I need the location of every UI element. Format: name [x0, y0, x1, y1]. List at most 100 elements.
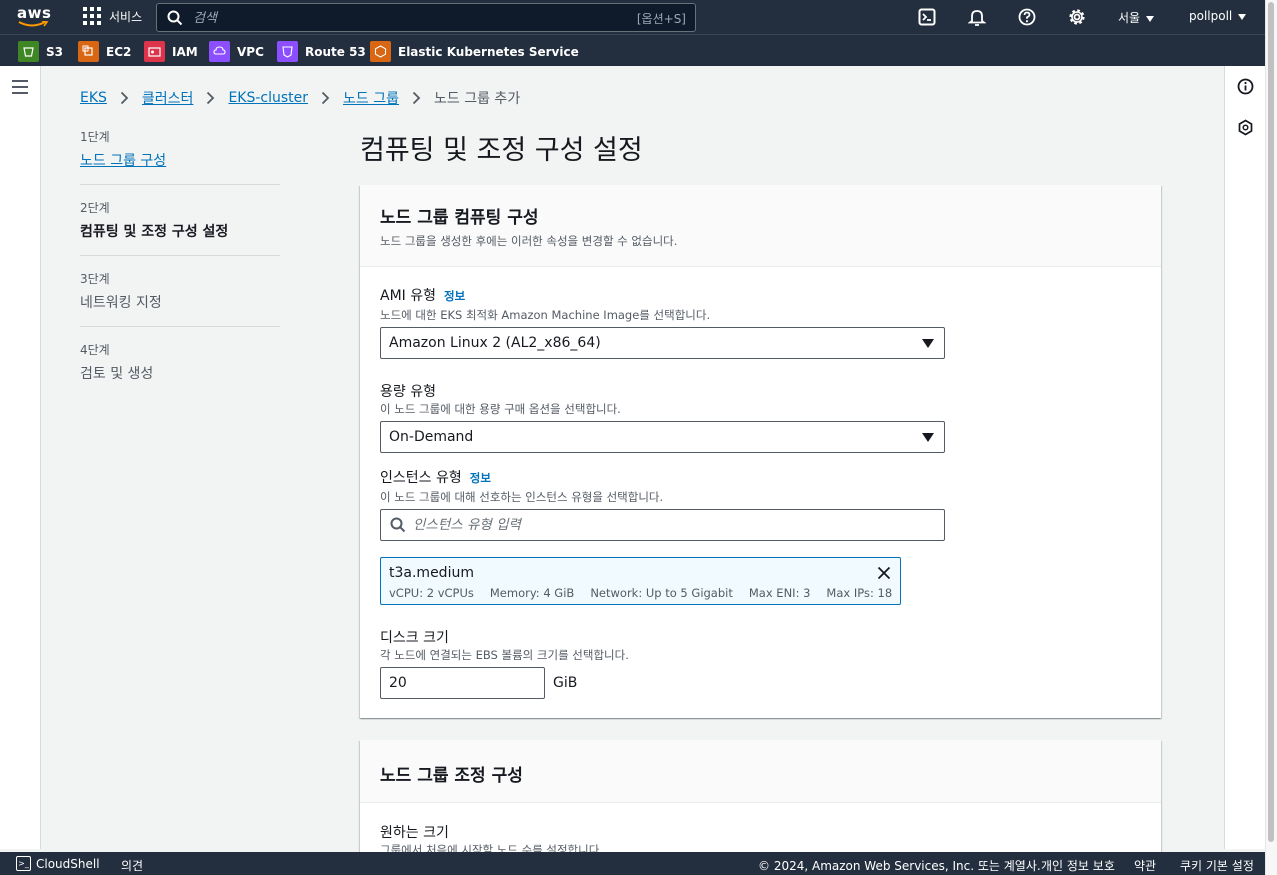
instance-token-specs: vCPU: 2 vCPUs Memory: 4 GiB Network: Up …: [389, 586, 892, 600]
aws-logo[interactable]: aws: [17, 5, 51, 29]
search-icon: [390, 517, 406, 533]
cookie-preferences-link[interactable]: 쿠키 기본 설정: [1180, 857, 1254, 874]
feedback-link[interactable]: 의견: [121, 857, 143, 874]
favorite-label: S3: [46, 44, 63, 59]
favorite-ec2[interactable]: EC2: [78, 41, 131, 62]
ami-type-label: AMI 유형 정보: [380, 285, 465, 305]
breadcrumb-link-clusters[interactable]: 클러스터: [142, 88, 194, 108]
wizard-step-2: 2단계 컴퓨팅 및 조정 구성 설정: [80, 199, 280, 256]
wizard-step-1: 1단계 노드 그룹 구성: [80, 128, 280, 185]
search-shortcut-hint: [옵션+S]: [636, 12, 686, 26]
panel-header: 노드 그룹 컴퓨팅 구성 노드 그룹을 생성한 후에는 이러한 속성을 변경할 …: [360, 185, 1161, 267]
feedback-icon[interactable]: [1237, 119, 1254, 136]
panel-description: 노드 그룹을 생성한 후에는 이러한 속성을 변경할 수 없습니다.: [380, 234, 678, 248]
region-label: 서울: [1118, 11, 1141, 25]
bell-icon[interactable]: [968, 8, 986, 26]
step-number: 1단계: [80, 130, 110, 144]
ami-type-label-text: AMI 유형: [380, 288, 436, 304]
instance-info-link[interactable]: 정보: [470, 471, 491, 485]
grid-icon: [83, 7, 101, 25]
top-navigation: aws 서비스 [옵션+S] 서울 pollpoll: [0, 0, 1265, 34]
close-icon[interactable]: [877, 566, 891, 580]
info-icon[interactable]: [1237, 78, 1254, 95]
breadcrumb-link-cluster[interactable]: EKS-cluster: [228, 90, 308, 106]
disk-size-label: 디스크 크기: [380, 630, 449, 646]
cloudshell-icon[interactable]: [918, 8, 936, 26]
breadcrumb-link-node-groups[interactable]: 노드 그룹: [343, 88, 399, 108]
terms-link[interactable]: 약관: [1134, 857, 1156, 874]
step-current-label: 컴퓨팅 및 조정 구성 설정: [80, 224, 229, 240]
wizard-step-3: 3단계 네트워킹 지정: [80, 270, 280, 327]
step-link-configure-node-group[interactable]: 노드 그룹 구성: [80, 150, 280, 170]
copyright-text: © 2024, Amazon Web Services, Inc. 또는 계열사…: [758, 859, 1041, 873]
instance-type-search[interactable]: [380, 509, 945, 541]
ami-info-link[interactable]: 정보: [444, 289, 465, 303]
left-navigation-rail: [0, 66, 41, 849]
console-footer: >_ CloudShell 의견 © 2024, Amazon Web Serv…: [0, 852, 1265, 875]
instance-type-label: 인스턴스 유형 정보: [380, 467, 491, 487]
ami-type-value: Amazon Linux 2 (AL2_x86_64): [389, 335, 601, 351]
favorite-label: VPC: [237, 44, 264, 59]
instance-memory: Memory: 4 GiB: [489, 586, 575, 600]
breadcrumb: EKS 클러스터 EKS-cluster 노드 그룹 노드 그룹 추가: [80, 88, 520, 108]
step-label: 검토 및 생성: [80, 366, 154, 382]
help-icon[interactable]: [1018, 8, 1036, 26]
wizard-step-4: 4단계 검토 및 생성: [80, 341, 280, 397]
caret-down-icon: [1238, 13, 1247, 20]
account-menu[interactable]: pollpoll: [1189, 9, 1247, 23]
step-number: 3단계: [80, 272, 110, 286]
scaling-config-panel: 노드 그룹 조정 구성 원하는 크기 그룹에서 처음에 시작할 노드 수를 설정…: [360, 740, 1161, 865]
breadcrumb-current: 노드 그룹 추가: [434, 91, 521, 107]
search-icon: [167, 10, 183, 26]
s3-service-icon: [18, 41, 39, 62]
favorites-bar: S3 EC2 IAM VPC Route 53 Elastic Kubernet…: [0, 34, 1265, 66]
favorite-label: Route 53: [305, 44, 366, 59]
region-selector[interactable]: 서울: [1118, 9, 1155, 26]
instance-type-description: 이 노드 그룹에 대해 선호하는 인스턴스 유형을 선택합니다.: [380, 490, 664, 504]
cloudshell-button[interactable]: >_ CloudShell: [16, 856, 100, 871]
step-number: 2단계: [80, 201, 110, 215]
services-menu-button[interactable]: 서비스: [83, 7, 142, 25]
favorite-label: EC2: [106, 44, 132, 59]
menu-icon[interactable]: [12, 80, 28, 98]
chevron-right-icon: [321, 91, 330, 105]
instance-max-eni: Max ENI: 3: [748, 586, 811, 600]
ami-type-description: 노드에 대한 EKS 최적화 Amazon Machine Image를 선택합…: [380, 308, 711, 322]
capacity-type-label: 용량 유형: [380, 384, 436, 400]
gear-icon[interactable]: [1068, 8, 1086, 26]
ami-type-select[interactable]: Amazon Linux 2 (AL2_x86_64): [380, 327, 945, 359]
iam-service-icon: [144, 41, 165, 62]
favorite-label: IAM: [172, 44, 198, 59]
disk-size-unit: GiB: [553, 675, 578, 691]
favorite-vpc[interactable]: VPC: [209, 41, 264, 62]
instance-type-input[interactable]: [413, 515, 913, 535]
instance-network: Network: Up to 5 Gigabit: [590, 586, 733, 600]
breadcrumb-link-eks[interactable]: EKS: [80, 90, 107, 106]
favorite-s3[interactable]: S3: [18, 41, 63, 62]
global-search-input[interactable]: [193, 8, 613, 28]
services-label: 서비스: [109, 9, 143, 24]
panel-title: 노드 그룹 컴퓨팅 구성: [380, 208, 539, 228]
favorite-iam[interactable]: IAM: [144, 41, 198, 62]
favorite-route-53[interactable]: Route 53: [277, 41, 366, 62]
step-label: 네트워킹 지정: [80, 295, 162, 311]
compute-config-panel: 노드 그룹 컴퓨팅 구성 노드 그룹을 생성한 후에는 이러한 속성을 변경할 …: [360, 185, 1161, 718]
panel-header: 노드 그룹 조정 구성: [360, 740, 1161, 803]
caret-down-icon: [922, 339, 934, 348]
step-number: 4단계: [80, 343, 110, 357]
ec2-service-icon: [78, 41, 99, 62]
privacy-link[interactable]: 개인 정보 보호: [1041, 857, 1115, 874]
capacity-type-select[interactable]: On-Demand: [380, 421, 945, 453]
instance-vcpu: vCPU: 2 vCPUs: [389, 586, 474, 600]
cloudshell-icon: >_: [16, 856, 31, 871]
scrollbar-thumb[interactable]: [1268, 2, 1274, 842]
instance-type-label-text: 인스턴스 유형: [380, 470, 462, 486]
global-search[interactable]: [옵션+S]: [156, 3, 696, 32]
desired-size-label: 원하는 크기: [380, 825, 449, 841]
disk-size-description: 각 노드에 연결되는 EBS 볼륨의 크기를 선택합니다.: [380, 648, 629, 662]
instance-max-ips: Max IPs: 18: [826, 586, 893, 600]
favorite-eks[interactable]: Elastic Kubernetes Service: [370, 41, 579, 62]
caret-down-icon: [1146, 15, 1155, 22]
disk-size-input[interactable]: [380, 667, 545, 699]
eks-service-icon: [370, 41, 391, 62]
